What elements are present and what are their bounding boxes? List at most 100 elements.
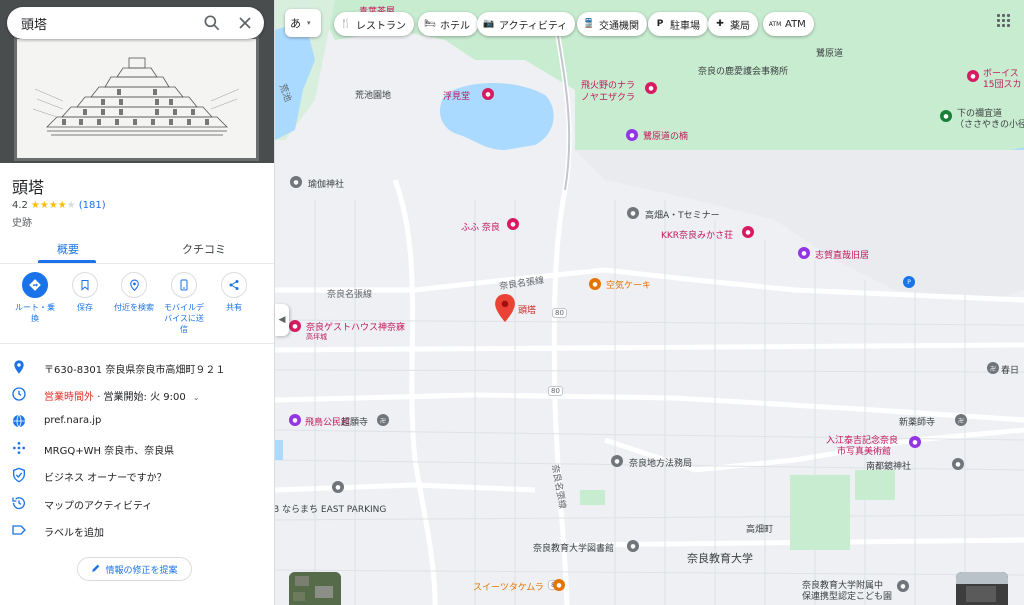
chevron-left-icon: ◀ [278,315,286,325]
government-pin-icon[interactable]: ● [611,455,623,467]
chip-parking[interactable]: P 駐車場 [648,12,708,36]
library-pin-icon[interactable]: ● [627,540,639,552]
chip-atm[interactable]: ATM ATM [763,12,814,36]
selected-place-pin[interactable] [495,294,515,322]
school-pin-icon[interactable]: ● [897,580,909,592]
map-label-araike[interactable]: 荒池園地 [355,88,391,101]
attraction-pin-icon[interactable]: ● [967,70,979,82]
temple-pin-icon[interactable]: 卍 [955,414,967,426]
attraction-pin-icon[interactable]: ● [482,88,494,100]
map-label-kyoiku[interactable]: 奈良教育大学 [687,550,753,566]
hours-row[interactable]: 営業時間外 · 営業開始: 火 9:00 ⌄ [0,381,274,408]
owner-text: ビジネス オーナーですか？ [44,473,167,484]
shrine-pin-icon[interactable]: ● [952,458,964,470]
museum-pin-icon[interactable]: ● [909,436,921,448]
attraction-pin-icon[interactable]: ● [798,247,810,259]
hotel-pin-icon[interactable]: ● [742,226,754,238]
shrine-pin-icon[interactable]: ● [290,176,302,188]
save-button[interactable]: 保存 [57,270,113,313]
chip-restaurant[interactable]: 🍴 レストラン [334,12,414,36]
hotel-pin-icon[interactable]: ● [507,218,519,230]
temple-pin-icon[interactable]: 卍 [377,414,389,426]
map-label-kuki[interactable]: 空気ケーキ [606,278,651,291]
map-label-nanto[interactable]: 南都鏡神社 [866,459,911,472]
shield-check-icon [11,467,27,483]
map-label-fufu[interactable]: ふふ 奈良 [461,220,500,233]
close-icon[interactable] [235,13,255,33]
review-count[interactable]: (181) [79,200,106,211]
send-to-phone-button[interactable]: モバイルデ バイスに送信 [156,270,212,335]
share-button[interactable]: 共有 [206,270,262,313]
chip-transit[interactable]: 🚆 交通機関 [577,12,647,36]
map-label-yuge[interactable]: 瑜伽神社 [308,177,344,190]
activity-row[interactable]: マップのアクティビティ [0,490,274,517]
map-canvas[interactable]: あ ▾ 🍴 レストラン 🛏 ホテル 📷 アクティビティ 🚆 交通機関 P 駐車場 ✚ 薬局 A… [275,0,1024,605]
history-icon [11,495,27,511]
map-label-irie-2: 市写真美術館 [837,447,892,457]
pharmacy-icon: ✚ [716,19,724,29]
search-input[interactable] [21,13,191,33]
map-label-kasuga[interactable]: 春日 [1001,363,1019,376]
satellite-layer-thumbnail[interactable] [289,572,341,605]
plus-code-row[interactable]: MRGQ+WH 奈良市、奈良県 [0,435,274,462]
tab-reviews[interactable]: クチコミ [182,241,226,257]
attraction-pin-icon[interactable]: ● [645,82,657,94]
cafe-pin-icon[interactable]: ● [553,579,565,591]
map-label-sagihara-bashi[interactable]: 鷺原道の楠 [643,129,688,142]
map-label-takabatake-seminar[interactable]: 高畑A・Tセミナー [645,208,720,221]
app-root: 頭塔 4.2 ★★★★★ (181) 史跡 概要 クチコミ ルート・乗換 [0,0,1024,605]
directions-button[interactable]: ルート・乗換 [7,270,63,324]
map-label-noyaezakura[interactable]: ノヤエザクラ [581,90,635,103]
place-category[interactable]: 史跡 [12,214,32,229]
map-label-shinyakushiji[interactable]: 新薬師寺 [899,415,935,428]
map-label-chiho[interactable]: 奈良地方法務局 [629,456,692,469]
address-row[interactable]: 〒630-8301 奈良県奈良市高畑町９２１ [0,354,274,381]
nearby-button[interactable]: 付近を検索 [106,270,162,313]
hours-open-time: · 営業開始: 火 9:00 [97,392,186,403]
language-button[interactable]: あ ▾ [285,9,321,37]
cafe-pin-icon[interactable]: ● [589,278,601,290]
community-pin-icon[interactable]: ● [289,414,301,426]
map-label-kkr[interactable]: KKR奈良みかさ荘 [661,228,733,241]
apps-grid-icon[interactable] [997,14,1011,28]
hotel-pin-icon[interactable]: ● [289,320,301,332]
label-icon [11,522,27,538]
map-label-zuto[interactable]: 頭塔 [518,303,536,316]
attraction-pin-icon[interactable]: ● [626,129,638,141]
map-label-sagi[interactable]: 鷺原道 [816,46,843,59]
search-icon[interactable] [202,13,222,33]
send-to-phone-label: モバイルデ バイスに送信 [164,303,204,334]
map-label-sweets[interactable]: スイーツタケムラ [473,580,544,593]
hours-text: 営業時間外 · 営業開始: 火 9:00 ⌄ [44,388,200,403]
collapse-panel-button[interactable]: ◀ [275,304,289,336]
map-label-library[interactable]: 奈良教育大学図書館 [533,541,614,554]
address-text: 〒630-8301 奈良県奈良市高畑町９２１ [44,365,226,376]
owner-row[interactable]: ビジネス オーナーですか？ [0,462,274,489]
chip-pharmacy[interactable]: ✚ 薬局 [708,12,758,36]
suggest-edit-button[interactable]: 情報の修正を提案 [77,557,192,581]
parking-pin-icon[interactable]: P [903,276,915,288]
map-label-shiga[interactable]: 志賀直哉旧居 [815,248,869,261]
globe-icon [11,413,27,429]
plus-code-text: MRGQ+WH 奈良市、奈良県 [44,446,175,457]
satellite-preview-image [289,572,341,605]
activity-text: マップのアクティビティ [44,501,153,512]
school-pin-icon[interactable]: ● [627,207,639,219]
map-label-shikaaigo[interactable]: 奈良の鹿愛護会事務所 [698,64,788,77]
website-row[interactable]: pref.nara.jp [0,408,274,435]
action-buttons: ルート・乗換 保存 付近を検索 モバイルデ バイスに送信 共有 [0,270,274,340]
street-view-thumbnail[interactable] [956,572,1008,605]
tab-overview[interactable]: 概要 [57,241,79,257]
chip-activity[interactable]: 📷 アクティビティ [477,12,576,36]
map-label-naramachi[interactable]: B ならまち EAST PARKING [275,502,386,515]
temple-pin-icon[interactable]: 卍 [987,362,999,374]
chip-hotel[interactable]: 🛏 ホテル [418,12,478,36]
add-label-row[interactable]: ラベルを追加 [0,517,274,544]
temple-pin-icon[interactable]: ● [332,481,344,493]
park-pin-icon[interactable]: ● [940,110,952,122]
map-label-chogan[interactable]: 超願寺 [341,415,368,428]
camera-icon: 📷 [483,19,495,29]
share-label: 共有 [226,303,242,312]
map-label-ukimido[interactable]: 浮見堂 [443,89,470,102]
atm-icon: ATM [768,20,782,28]
